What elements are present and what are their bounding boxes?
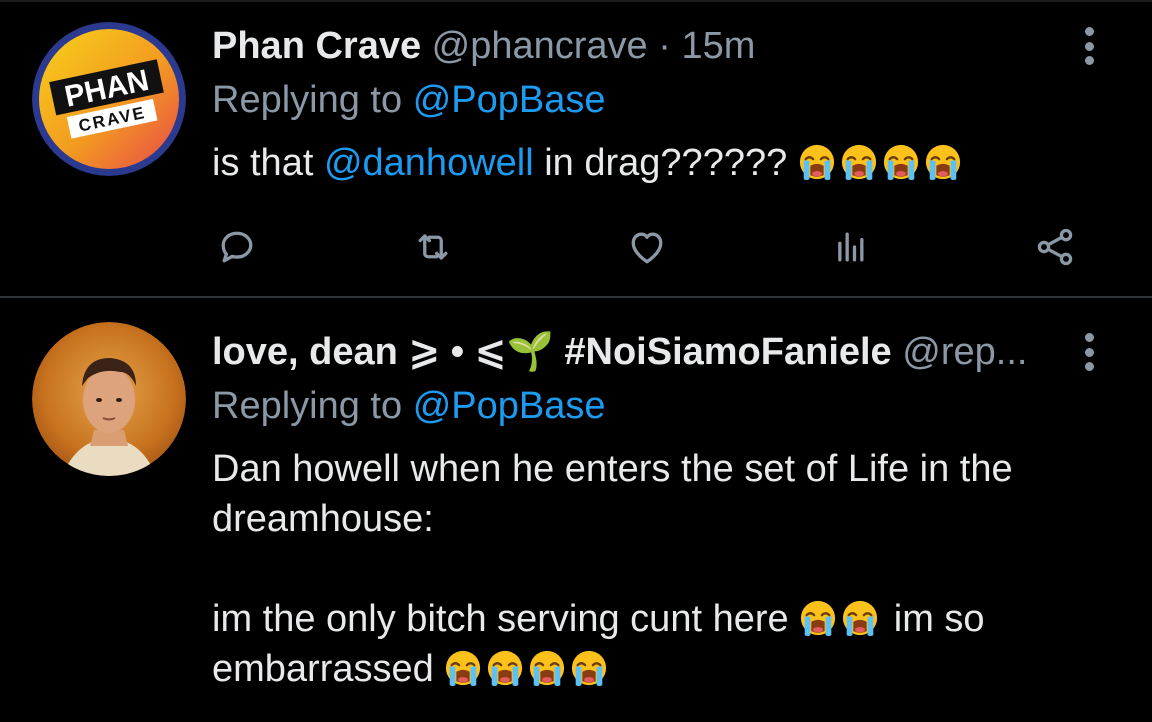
tweet-text-line: Dan howell when he enters the set of Lif… — [212, 448, 1013, 540]
reply-button[interactable] — [212, 222, 262, 272]
display-name[interactable]: love, dean ⩾ • ⩽🌱 #NoiSiamoFaniele — [212, 331, 892, 373]
tweet-text-before: im the only bitch serving cunt here — [212, 598, 789, 640]
avatar[interactable] — [32, 322, 186, 476]
loudly-crying-face-icon — [798, 143, 836, 181]
more-icon[interactable] — [1074, 333, 1104, 371]
phancrave-avatar-image: PHAN CRAVE — [32, 22, 186, 176]
loudly-crying-face-icon — [882, 143, 920, 181]
loudly-crying-face-icon — [444, 649, 482, 687]
tweet-text-after: in drag?????? — [544, 142, 788, 184]
share-button[interactable] — [1030, 222, 1080, 272]
tweet-header: Phan Crave @phancrave · 15m — [212, 24, 755, 68]
loudly-crying-face-icon — [840, 143, 878, 181]
replying-to: Replying to @PopBase — [212, 384, 606, 428]
loudly-crying-face-icon — [924, 143, 962, 181]
retweet-icon — [418, 234, 448, 260]
stats-button[interactable] — [824, 222, 874, 272]
tweet-text-before: is that — [212, 142, 314, 184]
display-name[interactable]: Phan Crave — [212, 25, 421, 67]
like-button[interactable] — [622, 222, 672, 272]
tweet-text-line: im the only bitch serving cunt here im s… — [212, 594, 1112, 694]
handle[interactable]: @phancrave — [432, 25, 648, 67]
replying-to-handle[interactable]: @PopBase — [413, 385, 606, 427]
loudly-crying-face-icon — [570, 649, 608, 687]
tweet-text: is that @danhowell in drag?????? — [212, 138, 1112, 188]
user-avatar-image — [32, 322, 186, 476]
timestamp[interactable]: 15m — [681, 25, 755, 67]
loudly-crying-face-icon — [841, 599, 879, 637]
tweet-actions — [212, 222, 1092, 274]
avatar[interactable]: PHAN CRAVE — [32, 22, 186, 176]
like-icon — [631, 232, 663, 264]
loudly-crying-face-icon — [528, 649, 566, 687]
more-icon[interactable] — [1074, 27, 1104, 65]
tweet[interactable]: love, dean ⩾ • ⩽🌱 #NoiSiamoFaniele @rep.… — [0, 298, 1152, 722]
replying-to-handle[interactable]: @PopBase — [413, 79, 606, 121]
replying-to-label: Replying to — [212, 385, 403, 427]
share-icon — [1037, 228, 1073, 266]
tweet-header: love, dean ⩾ • ⩽🌱 #NoiSiamoFaniele @rep.… — [212, 330, 1027, 374]
tweet[interactable]: PHAN CRAVE Phan Crave @phancrave · 15m R… — [0, 0, 1152, 296]
retweet-button[interactable] — [408, 222, 458, 272]
loudly-crying-face-icon — [799, 599, 837, 637]
handle[interactable]: @rep... — [902, 331, 1027, 373]
replying-to: Replying to @PopBase — [212, 78, 606, 122]
tweet-text: Dan howell when he enters the set of Lif… — [212, 444, 1112, 694]
stats-icon — [838, 232, 864, 262]
replying-to-label: Replying to — [212, 79, 403, 121]
loudly-crying-face-icon — [486, 649, 524, 687]
mention-link[interactable]: @danhowell — [324, 142, 534, 184]
reply-icon — [221, 231, 253, 263]
separator-dot: · — [658, 25, 671, 67]
